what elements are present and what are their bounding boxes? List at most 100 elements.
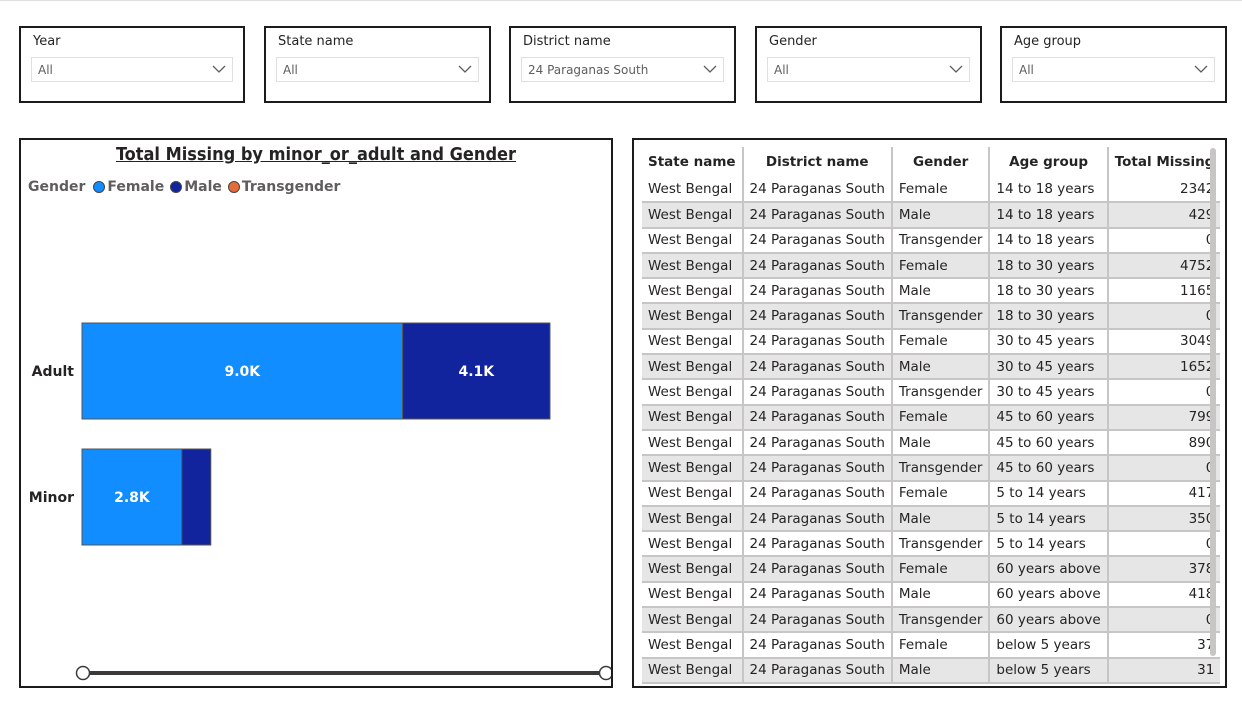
table-row[interactable]: West Bengal 24 Paraganas South Female 5 to … — [642, 480, 1221, 507]
table-panel: State name District name Gender Age group To… — [632, 138, 1227, 688]
table-row[interactable]: West Bengal 24 Paraganas South Transgender… — [642, 379, 1221, 406]
table-row[interactable]: West Bengal 24 Paraganas South Female 45 to… — [642, 404, 1221, 431]
table-cell: West Bengal — [642, 278, 744, 305]
table-row[interactable]: West Bengal 24 Paraganas South Female 60 ye… — [642, 556, 1221, 583]
chevron-down-icon — [949, 65, 963, 73]
table-cell: 14 to 18 years — [989, 227, 1109, 254]
table-cell: West Bengal — [642, 354, 744, 381]
bar-male-minor[interactable] — [181, 448, 212, 546]
table-cell: 30 to 45 years — [989, 354, 1109, 381]
slicer-dropdown-year[interactable]: All — [31, 57, 233, 82]
table-cell: Male — [891, 505, 991, 533]
bar-chart-panel: Adult 9.0K 4.1K Minor 2.8K Total Missing by … — [19, 138, 613, 688]
table-row[interactable]: West Bengal 24 Paraganas South Male 60 year… — [642, 581, 1221, 609]
legend-item-transgender[interactable]: Transgender — [227, 179, 340, 195]
table-cell: 24 Paraganas South — [742, 328, 893, 356]
table-header-row: State name District name Gender Age group To… — [642, 147, 1221, 177]
legend-item-female[interactable]: Female — [93, 179, 164, 195]
column-header[interactable]: District name — [742, 147, 893, 177]
slicer-value: All — [774, 63, 789, 77]
table-row[interactable]: West Bengal 24 Paraganas South Transgender… — [642, 531, 1221, 558]
table-row[interactable]: West Bengal 24 Paraganas South Transgender… — [642, 303, 1221, 330]
table-cell: below 5 years — [989, 632, 1109, 659]
table-cell: 24 Paraganas South — [742, 303, 893, 330]
table-cell: 30 to 45 years — [989, 379, 1109, 406]
table-cell: 24 Paraganas South — [742, 531, 893, 558]
zoom-slider-start-handle[interactable] — [75, 665, 91, 681]
slicer-dropdown-district-name[interactable]: 24 Paraganas South — [521, 57, 724, 82]
slicer-gender: Gender All — [755, 26, 982, 103]
table-row[interactable]: West Bengal 24 Paraganas South Transgender… — [642, 455, 1221, 482]
chevron-down-icon — [212, 65, 226, 73]
table-row[interactable]: West Bengal 24 Paraganas South Male 18 to 3… — [642, 278, 1221, 305]
table-cell: Female — [891, 328, 991, 356]
table-cell: 429 — [1107, 202, 1221, 229]
table-cell: Transgender — [891, 455, 991, 482]
table-cell: 14 to 18 years — [989, 202, 1109, 229]
table-cell: 24 Paraganas South — [742, 607, 893, 634]
table-cell: West Bengal — [642, 227, 744, 254]
table-cell: West Bengal — [642, 252, 744, 280]
table-cell: Transgender — [891, 531, 991, 558]
table-cell: 5 to 14 years — [989, 531, 1109, 558]
legend-item-male[interactable]: Male — [170, 179, 222, 195]
table-cell: 60 years above — [989, 607, 1109, 634]
table-row[interactable]: West Bengal 24 Paraganas South Male 30 to 4… — [642, 354, 1221, 381]
column-header[interactable]: State name — [642, 147, 744, 177]
table-row[interactable]: West Bengal 24 Paraganas South Female 18 to… — [642, 252, 1221, 280]
slicer-title: District name — [523, 34, 611, 49]
table-cell: Transgender — [891, 379, 991, 406]
zoom-slider-end-handle[interactable] — [598, 665, 612, 681]
table-cell: West Bengal — [642, 404, 744, 431]
chart-title: Total Missing by minor_or_adult and Gend… — [115, 144, 517, 165]
table-cell: 24 Paraganas South — [742, 556, 893, 583]
top-divider — [0, 0, 1242, 1]
slicer-state-name: State name All — [264, 26, 491, 103]
column-header[interactable]: Age group — [989, 147, 1109, 177]
table-cell: 799 — [1107, 404, 1221, 431]
slicer-value: All — [38, 63, 53, 77]
table-cell: West Bengal — [642, 328, 744, 356]
table-cell: Male — [891, 354, 991, 381]
slicer-dropdown-state-name[interactable]: All — [276, 57, 479, 82]
table-row[interactable]: West Bengal 24 Paraganas South Male 45 to 6… — [642, 429, 1221, 457]
table-row[interactable]: West Bengal 24 Paraganas South Transgender… — [642, 227, 1221, 254]
slicer-value: All — [1019, 63, 1034, 77]
chevron-down-icon — [703, 65, 717, 73]
slicer-title: Age group — [1014, 34, 1082, 49]
table-row[interactable]: West Bengal 24 Paraganas South Male below 5… — [642, 657, 1221, 684]
column-header[interactable]: Total Missing — [1107, 147, 1221, 177]
table-cell: 24 Paraganas South — [742, 354, 893, 381]
table-cell: 18 to 30 years — [989, 303, 1109, 330]
table-cell: 5 to 14 years — [989, 505, 1109, 533]
legend-title: Gender — [28, 179, 86, 195]
table-cell: Male — [891, 657, 991, 684]
table-cell: West Bengal — [642, 177, 744, 204]
table-row[interactable]: West Bengal 24 Paraganas South Male 5 to 14… — [642, 505, 1221, 533]
table-row[interactable]: West Bengal 24 Paraganas South Female below… — [642, 632, 1221, 659]
table-cell: 1165 — [1107, 278, 1221, 305]
table-row[interactable]: West Bengal 24 Paraganas South Female 30 to… — [642, 328, 1221, 356]
table-row[interactable]: West Bengal 24 Paraganas South Male 14 to 1… — [642, 202, 1221, 229]
table-cell: Transgender — [891, 303, 991, 330]
category-label: Minor — [29, 490, 74, 506]
data-table: State name District name Gender Age group To… — [642, 147, 1221, 684]
slicer-dropdown-age-group[interactable]: All — [1012, 57, 1215, 82]
table-scrollbar[interactable] — [1210, 148, 1216, 656]
column-header[interactable]: Gender — [891, 147, 991, 177]
table-row[interactable]: West Bengal 24 Paraganas South Transgender… — [642, 607, 1221, 634]
slicer-value: All — [283, 63, 298, 77]
table-row[interactable]: West Bengal 24 Paraganas South Female 14 to… — [642, 177, 1221, 204]
slicer-dropdown-gender[interactable]: All — [767, 57, 970, 82]
table-cell: 14 to 18 years — [989, 177, 1109, 204]
table-cell: Female — [891, 632, 991, 659]
table-cell: Male — [891, 429, 991, 457]
table-cell: Transgender — [891, 227, 991, 254]
table-cell: 60 years above — [989, 581, 1109, 609]
table-cell: 0 — [1107, 303, 1221, 330]
table-cell: Female — [891, 556, 991, 583]
table-cell: 1652 — [1107, 354, 1221, 381]
data-label: 2.8K — [114, 490, 151, 506]
table-cell: West Bengal — [642, 303, 744, 330]
slicer-value: 24 Paraganas South — [528, 63, 649, 77]
